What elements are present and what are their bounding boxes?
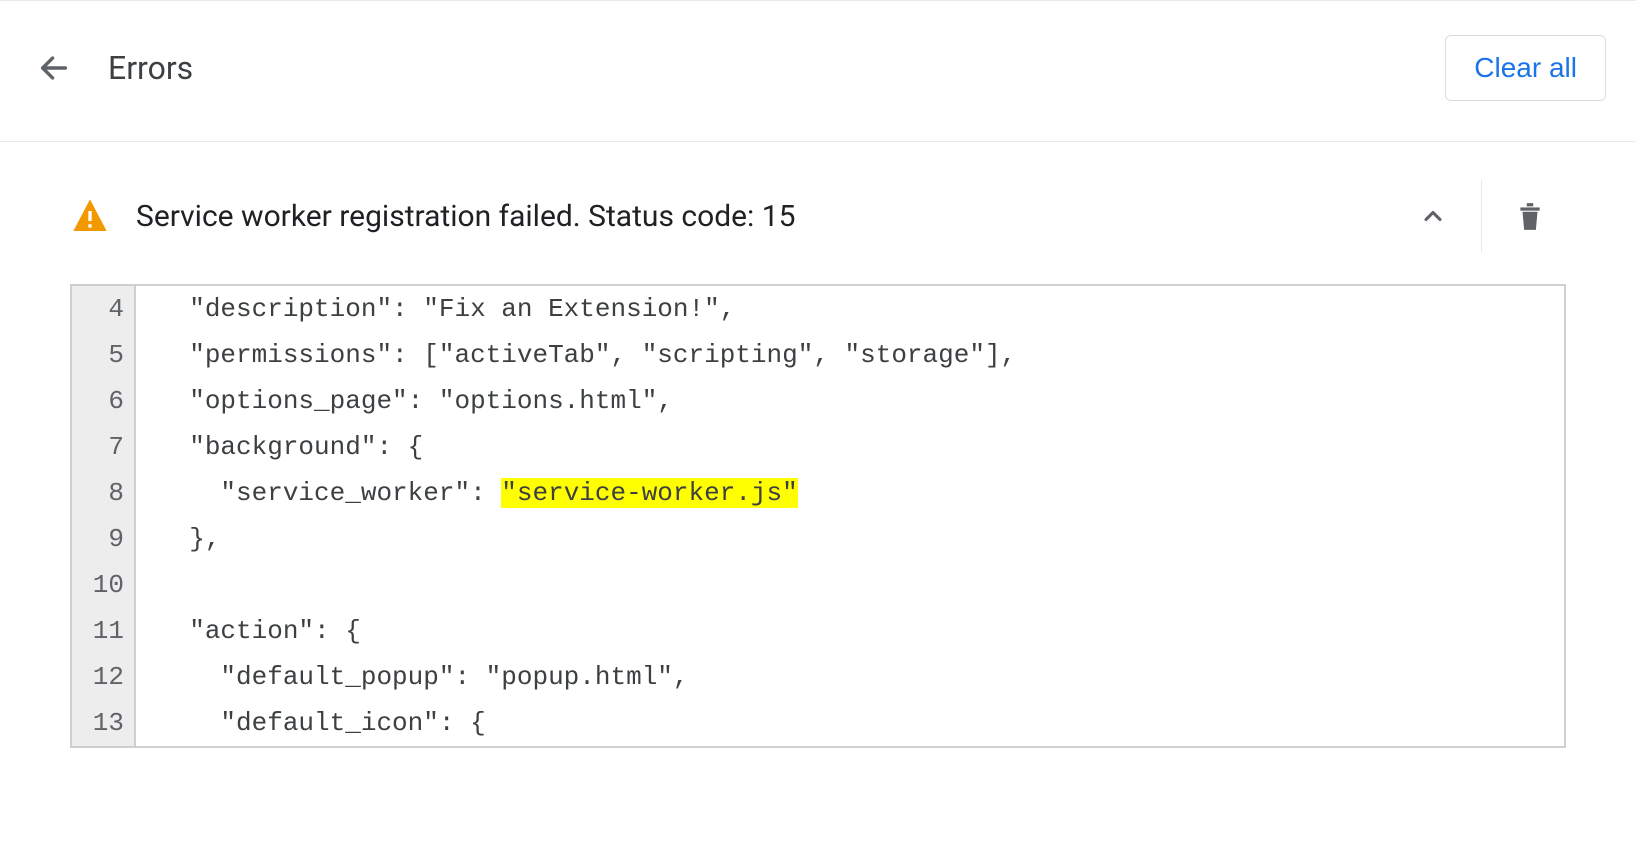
- chevron-up-icon: [1419, 202, 1447, 230]
- code-line: "description": "Fix an Extension!",: [136, 286, 735, 332]
- line-number: 10: [72, 562, 136, 608]
- error-header-row: Service worker registration failed. Stat…: [70, 172, 1566, 284]
- line-number: 8: [72, 470, 136, 516]
- code-row: 13 "default_icon": {: [72, 700, 1564, 746]
- line-number: 5: [72, 332, 136, 378]
- line-number: 13: [72, 700, 136, 746]
- code-row: 8 "service_worker": "service-worker.js": [72, 470, 1564, 516]
- trash-icon: [1517, 201, 1543, 231]
- code-line: "default_popup": "popup.html",: [136, 654, 689, 700]
- highlighted-code: "service-worker.js": [501, 478, 797, 508]
- clear-all-button[interactable]: Clear all: [1445, 35, 1606, 101]
- code-row: 5 "permissions": ["activeTab", "scriptin…: [72, 332, 1564, 378]
- code-line: "options_page": "options.html",: [136, 378, 673, 424]
- content-area: Service worker registration failed. Stat…: [0, 142, 1636, 748]
- collapse-button[interactable]: [1397, 180, 1469, 252]
- code-row: 9 },: [72, 516, 1564, 562]
- line-number: 4: [72, 286, 136, 332]
- vertical-divider: [1481, 180, 1482, 252]
- code-line: "background": {: [136, 424, 423, 470]
- code-row: 7 "background": {: [72, 424, 1564, 470]
- page-title: Errors: [108, 49, 193, 87]
- code-line: "service_worker": "service-worker.js": [136, 470, 798, 516]
- code-row: 10: [72, 562, 1564, 608]
- line-number: 12: [72, 654, 136, 700]
- code-line: "default_icon": {: [136, 700, 486, 746]
- line-number: 7: [72, 424, 136, 470]
- delete-error-button[interactable]: [1494, 180, 1566, 252]
- error-message: Service worker registration failed. Stat…: [136, 199, 795, 234]
- code-row: 12 "default_popup": "popup.html",: [72, 654, 1564, 700]
- code-line: [136, 562, 158, 608]
- error-actions: [1397, 180, 1566, 252]
- arrow-left-icon: [37, 51, 71, 85]
- code-row: 11 "action": {: [72, 608, 1564, 654]
- code-line: },: [136, 516, 220, 562]
- back-button[interactable]: [30, 44, 78, 92]
- code-row: 4 "description": "Fix an Extension!",: [72, 286, 1564, 332]
- code-snippet: 4 "description": "Fix an Extension!", 5 …: [70, 284, 1566, 748]
- code-line: "permissions": ["activeTab", "scripting"…: [136, 332, 1016, 378]
- code-line: "action": {: [136, 608, 361, 654]
- line-number: 6: [72, 378, 136, 424]
- code-row: 6 "options_page": "options.html",: [72, 378, 1564, 424]
- header-bar: Errors Clear all: [0, 0, 1636, 141]
- line-number: 9: [72, 516, 136, 562]
- warning-icon: [70, 196, 110, 236]
- line-number: 11: [72, 608, 136, 654]
